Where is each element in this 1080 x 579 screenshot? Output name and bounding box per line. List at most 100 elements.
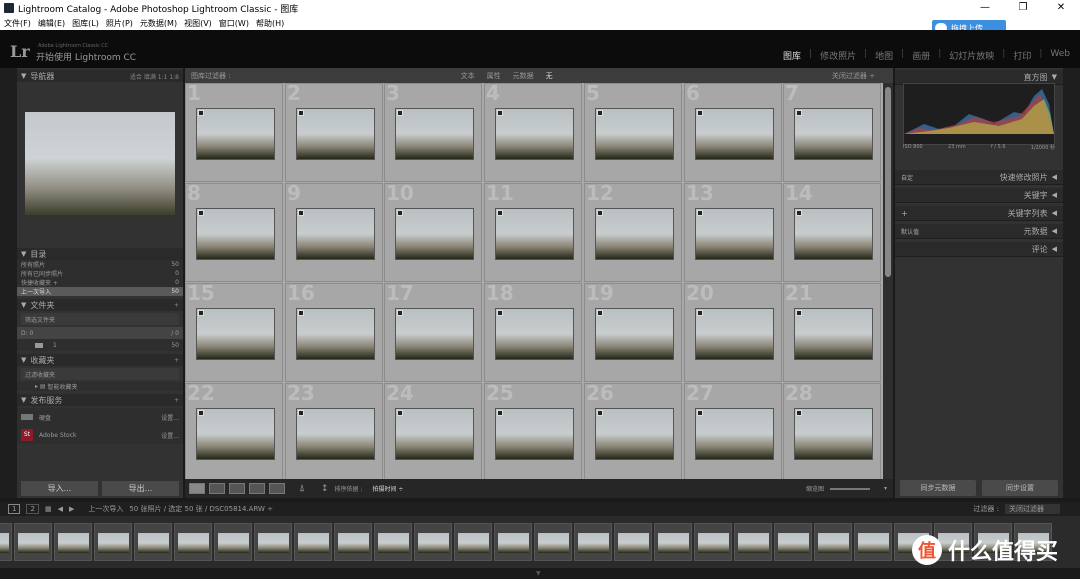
sort-direction-icon[interactable]: ↕ — [321, 484, 329, 494]
module-print[interactable]: 打印 — [1011, 49, 1033, 62]
grid-cell[interactable]: 6 — [684, 83, 782, 182]
publish-header[interactable]: ▼ 发布服务 + — [17, 394, 183, 406]
photo-thumbnail[interactable] — [495, 308, 574, 360]
photo-thumbnail[interactable] — [296, 108, 375, 160]
module-book[interactable]: 画册 — [910, 49, 932, 62]
collections-header[interactable]: ▼ 收藏夹 + — [17, 354, 183, 366]
quick-develop-header[interactable]: 自定 快速修改照片 ◀ — [895, 170, 1063, 185]
photo-thumbnail[interactable] — [794, 108, 873, 160]
grid-cell[interactable]: 18 — [484, 281, 582, 382]
photo-thumbnail[interactable] — [794, 208, 873, 260]
grid-cell[interactable]: 19 — [584, 281, 682, 382]
filter-text[interactable]: 文本 — [461, 71, 475, 81]
grid-cell[interactable]: 5 — [584, 83, 682, 182]
comments-header[interactable]: 评论 ◀ — [895, 242, 1063, 257]
grid-cell[interactable]: 1 — [185, 83, 283, 182]
photo-thumbnail[interactable] — [695, 308, 774, 360]
grid-view-icon[interactable] — [189, 483, 205, 494]
filmstrip-source[interactable]: 上一次导入 — [88, 504, 123, 514]
catalog-header[interactable]: ▼ 目录 — [17, 248, 183, 260]
menu-file[interactable]: 文件(F) — [4, 18, 31, 29]
filter-attribute[interactable]: 属性 — [487, 71, 501, 81]
loupe-view-icon[interactable] — [209, 483, 225, 494]
thumbnail-size-slider[interactable] — [829, 487, 870, 490]
export-button[interactable]: 导出... — [102, 481, 179, 496]
filmstrip-thumbnail[interactable] — [214, 523, 252, 561]
folders-header[interactable]: ▼ 文件夹 + — [17, 299, 183, 311]
right-panel-gutter[interactable] — [1063, 68, 1080, 498]
filmstrip-thumbnail[interactable] — [574, 523, 612, 561]
grid-cell[interactable]: 11 — [484, 181, 582, 282]
people-view-icon[interactable] — [269, 483, 285, 494]
volume-row[interactable]: D: 0/ 0 — [17, 327, 183, 339]
filmstrip-thumbnail[interactable] — [414, 523, 452, 561]
filmstrip-thumbnail[interactable] — [14, 523, 52, 561]
survey-view-icon[interactable] — [249, 483, 265, 494]
metadata-header[interactable]: 默认值 元数据 ◀ — [895, 224, 1063, 239]
menu-library[interactable]: 图库(L) — [72, 18, 99, 29]
photo-thumbnail[interactable] — [695, 108, 774, 160]
sync-settings-button[interactable]: 同步设置 — [982, 480, 1058, 496]
grid-cell[interactable]: 22 — [185, 381, 283, 479]
photo-thumbnail[interactable] — [794, 308, 873, 360]
spray-can-icon[interactable]: ⍋ — [299, 483, 305, 494]
menu-metadata[interactable]: 元数据(M) — [140, 18, 177, 29]
filmstrip-thumbnail[interactable] — [854, 523, 892, 561]
navigator-zoom-options[interactable]: 适合 填满 1:1 1:8 — [130, 72, 179, 81]
close-button[interactable]: ✕ — [1042, 0, 1080, 16]
navigator-preview[interactable] — [25, 112, 175, 215]
grid-cell[interactable]: 28 — [783, 381, 881, 479]
filmstrip-thumbnail[interactable] — [774, 523, 812, 561]
page-1-button[interactable]: 1 — [8, 504, 21, 514]
filmstrip-thumbnail[interactable] — [614, 523, 652, 561]
grid-cell[interactable]: 15 — [185, 281, 283, 382]
filmstrip-thumbnail[interactable] — [374, 523, 412, 561]
filter-preset-select[interactable]: 关闭过滤器 ÷ — [832, 71, 875, 81]
grid-cell[interactable]: 7 — [783, 83, 881, 182]
add-folder-icon[interactable]: + — [174, 302, 179, 309]
identity-line2[interactable]: 开始使用 Lightroom CC — [36, 50, 136, 63]
publish-adobe-stock[interactable]: St Adobe Stock 设置... — [17, 426, 183, 444]
photo-thumbnail[interactable] — [595, 208, 674, 260]
module-library[interactable]: 图库 — [781, 49, 803, 62]
menu-help[interactable]: 帮助(H) — [256, 18, 284, 29]
scrollbar-thumb[interactable] — [885, 87, 891, 277]
maximize-button[interactable]: ❐ — [1004, 0, 1042, 16]
keywording-header[interactable]: 关键字 ◀ — [895, 188, 1063, 203]
photo-thumbnail[interactable] — [296, 408, 375, 460]
module-develop[interactable]: 修改照片 — [818, 49, 858, 62]
grid-cell[interactable]: 25 — [484, 381, 582, 479]
catalog-item-all-photos[interactable]: 所有照片 50 — [17, 260, 183, 269]
module-map[interactable]: 地图 — [873, 49, 895, 62]
import-button[interactable]: 导入... — [21, 481, 98, 496]
filmstrip-thumbnail[interactable] — [134, 523, 172, 561]
navigator-header[interactable]: ▼ 导航器 适合 填满 1:1 1:8 — [17, 70, 183, 82]
photo-thumbnail[interactable] — [296, 208, 375, 260]
menu-view[interactable]: 视图(V) — [184, 18, 212, 29]
grid-cell[interactable]: 24 — [384, 381, 482, 479]
page-2-button[interactable]: 2 — [26, 504, 39, 514]
toolbar-menu-icon[interactable]: ▾ — [884, 485, 887, 492]
menu-photo[interactable]: 照片(P) — [106, 18, 133, 29]
photo-thumbnail[interactable] — [595, 308, 674, 360]
grid-cell[interactable]: 2 — [285, 83, 383, 182]
grid-cell[interactable]: 12 — [584, 181, 682, 282]
sync-metadata-button[interactable]: 同步元数据 — [900, 480, 976, 496]
photo-thumbnail[interactable] — [395, 308, 474, 360]
grid-cell[interactable]: 9 — [285, 181, 383, 282]
grid-cell[interactable]: 10 — [384, 181, 482, 282]
filmstrip-thumbnail[interactable] — [454, 523, 492, 561]
photo-thumbnail[interactable] — [395, 208, 474, 260]
catalog-item-quick-collection[interactable]: 快捷收藏夹 +0 — [17, 278, 183, 287]
photo-thumbnail[interactable] — [595, 108, 674, 160]
grid-cell[interactable]: 4 — [484, 83, 582, 182]
collections-filter-input[interactable]: 过滤收藏夹 — [21, 368, 179, 380]
photo-thumbnail[interactable] — [395, 408, 474, 460]
grid-cell[interactable]: 20 — [684, 281, 782, 382]
photo-thumbnail[interactable] — [296, 308, 375, 360]
photo-thumbnail[interactable] — [395, 108, 474, 160]
bottom-panel-toggle-icon[interactable]: ▼ — [536, 570, 544, 577]
grid-cell[interactable]: 17 — [384, 281, 482, 382]
photo-thumbnail[interactable] — [196, 208, 275, 260]
add-publish-icon[interactable]: + — [174, 397, 179, 404]
